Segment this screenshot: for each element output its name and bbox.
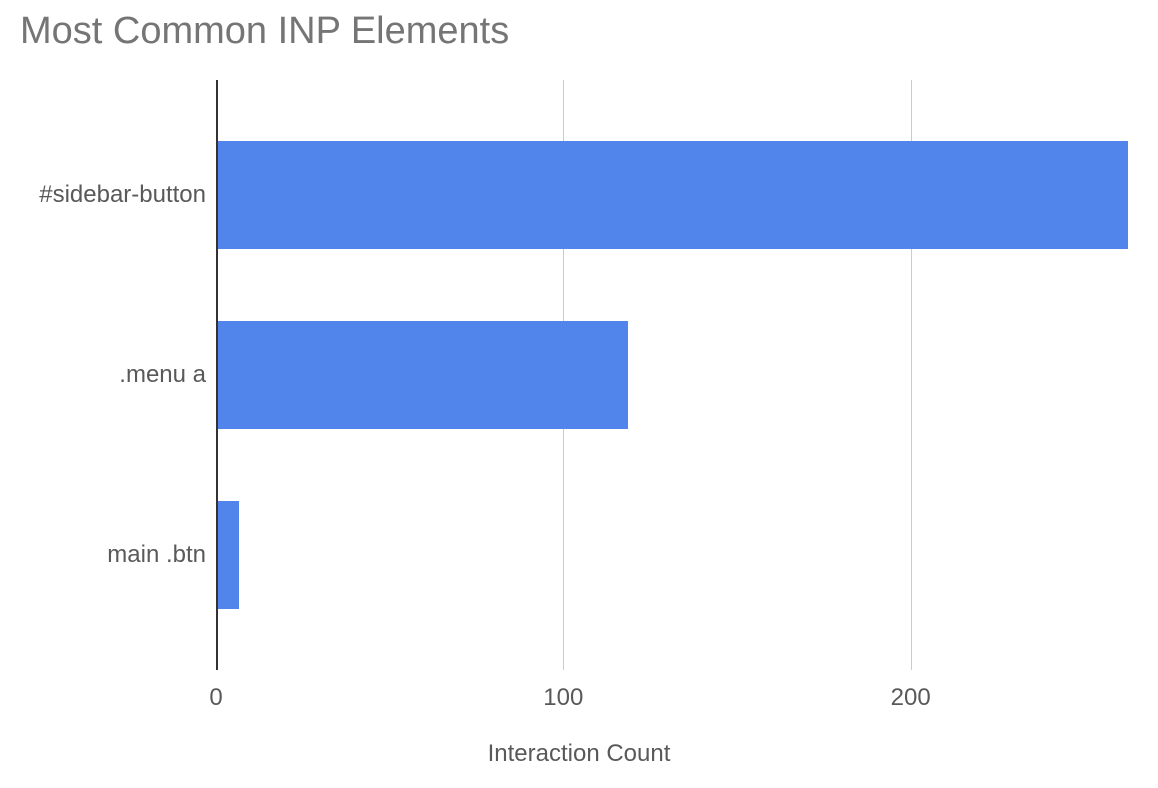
bar-sidebar-button	[218, 141, 1128, 249]
y-axis-line	[216, 80, 218, 670]
y-tick-label-2: main .btn	[107, 541, 206, 569]
x-tick-label-200: 200	[891, 684, 931, 712]
y-tick-label-1: .menu a	[119, 361, 206, 389]
plot-area	[216, 80, 1126, 670]
bar-menu-a	[218, 321, 628, 429]
x-tick-label-100: 100	[543, 684, 583, 712]
y-tick-label-0: #sidebar-button	[39, 181, 206, 209]
x-tick-label-0: 0	[209, 684, 222, 712]
chart-title: Most Common INP Elements	[20, 10, 509, 53]
chart-container: Most Common INP Elements #sidebar-button…	[0, 0, 1158, 788]
bar-main-btn	[218, 501, 239, 609]
x-axis-label: Interaction Count	[0, 740, 1158, 768]
